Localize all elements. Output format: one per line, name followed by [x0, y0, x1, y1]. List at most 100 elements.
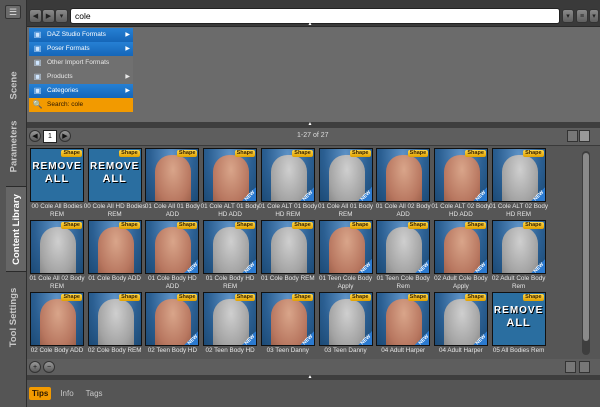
content-thumbnail: Shape NEW — [433, 220, 488, 274]
tab-parameters[interactable]: Parameters — [3, 115, 24, 177]
content-thumbnail: Shape — [87, 292, 142, 346]
content-thumbnail: Shape NEW — [318, 220, 373, 274]
search-dropdown-icon[interactable]: ▾ — [562, 9, 574, 23]
page-number-field[interactable]: 1 — [43, 130, 57, 143]
shape-badge: Shape — [407, 294, 429, 301]
content-tile[interactable]: Shape NEW 02 Teen Body HD — [203, 292, 258, 362]
options-icon[interactable]: ▾ — [589, 9, 599, 23]
content-label: 02 Cole Body REM — [87, 347, 142, 354]
content-tile[interactable]: Shape 01 Cole All 01 Body ADD — [145, 148, 200, 218]
search-input[interactable] — [70, 8, 560, 24]
content-label: 01 Cole Body HD ADD — [148, 275, 197, 290]
prev-page-icon[interactable]: ◀ — [29, 130, 41, 142]
category-item[interactable]: ▣ Categories ▶ — [29, 84, 133, 98]
back-arrow-icon[interactable]: ◀ — [29, 9, 42, 23]
content-tile[interactable]: Shape NEW 01 Cole All 01 Body REM — [318, 148, 373, 218]
shape-badge: Shape — [119, 222, 140, 229]
content-tile[interactable]: REMOVE ALL Shape 05 All Bodies Rem — [491, 292, 546, 362]
next-page-icon[interactable]: ▶ — [59, 130, 71, 142]
tab-info[interactable]: Info — [57, 387, 76, 400]
content-label: 00 Cole All HD Bodies REM — [83, 203, 146, 218]
content-label: 01 Teen Cole Body Apply — [318, 275, 373, 290]
history-icon[interactable]: ▾ — [55, 9, 68, 23]
content-label: 02 Teen Body HD — [147, 347, 198, 354]
content-tile[interactable]: Shape NEW 02 Adult Cole Body Apply — [433, 220, 488, 290]
tab-content-library[interactable]: Content Library — [6, 186, 27, 272]
pager-bar: ◀ 1 ▶ 1-27 of 27 — [27, 128, 600, 145]
cube-icon: ▣ — [33, 44, 42, 54]
content-thumbnail: REMOVE ALL Shape — [491, 292, 546, 346]
forward-arrow-icon[interactable]: ▶ — [42, 9, 55, 23]
content-thumbnail: Shape NEW — [433, 292, 488, 346]
content-tile[interactable]: Shape NEW 01 Cole Body HD REM — [203, 220, 258, 290]
content-tile[interactable]: Shape NEW 01 Cole ALT 02 Body HD REM — [489, 148, 548, 218]
new-badge: NEW — [357, 259, 372, 273]
tab-tips[interactable]: Tips — [29, 387, 52, 400]
result-range: 1-27 of 27 — [297, 132, 329, 139]
shape-badge: Shape — [176, 222, 198, 229]
icon-view-icon[interactable] — [567, 130, 578, 142]
tab-tags[interactable]: Tags — [83, 387, 106, 400]
remove-all-label: REMOVE ALL — [90, 161, 140, 185]
content-thumbnail: Shape — [376, 148, 431, 202]
content-label: 01 Cole All 02 Body ADD — [375, 203, 431, 218]
content-thumbnail: Shape NEW — [491, 148, 546, 202]
settings-icon[interactable] — [579, 361, 590, 373]
remove-all-label: REMOVE ALL — [32, 161, 82, 185]
content-tile[interactable]: Shape 01 Cole All 02 Body REM — [30, 220, 84, 290]
splitter-arrow-icon: ▲ — [307, 374, 313, 380]
content-label: 01 Cole Body REM — [261, 275, 315, 282]
category-label: Other Import Formats — [47, 59, 110, 67]
content-tile[interactable]: Shape NEW 04 Adult Harper — [376, 292, 431, 362]
vertical-scrollbar[interactable] — [582, 151, 590, 355]
category-item[interactable]: ▣ Poser Formats ▶ — [29, 42, 133, 56]
side-tab-bar: ☰ Scene Parameters Content Library Tool … — [0, 0, 27, 407]
content-tile[interactable]: Shape NEW 01 Cole ALT 01 Body HD ADD — [201, 148, 260, 218]
content-tile[interactable]: REMOVE ALL Shape 00 Cole All Bodies REM — [30, 148, 84, 218]
content-tile[interactable]: Shape NEW 02 Adult Cole Body Rem — [491, 220, 546, 290]
menu-icon[interactable]: ☰ — [5, 5, 21, 19]
content-label: 03 Teen Danny — [324, 347, 367, 354]
shape-badge: Shape — [523, 222, 544, 229]
tab-scene[interactable]: Scene — [3, 60, 24, 110]
category-item[interactable]: ▣ Other Import Formats — [29, 56, 133, 70]
content-tile[interactable]: Shape NEW 01 Teen Cole Body Rem — [376, 220, 431, 290]
document-icon[interactable] — [565, 361, 576, 373]
new-badge: NEW — [299, 331, 314, 345]
remove-icon[interactable]: − — [43, 361, 55, 373]
content-thumbnail: Shape — [145, 148, 200, 202]
shape-badge: Shape — [61, 294, 82, 301]
list-view-icon[interactable] — [579, 130, 590, 142]
shape-badge: Shape — [234, 294, 256, 301]
content-tile[interactable]: Shape 01 Cole All 02 Body ADD — [376, 148, 431, 218]
add-icon[interactable]: + — [29, 361, 41, 373]
content-tile[interactable]: Shape NEW 03 Teen Danny — [260, 292, 315, 362]
content-tile[interactable]: Shape 02 Cole Body REM — [87, 292, 142, 362]
content-tile[interactable]: Shape 01 Cole Body REM — [260, 220, 315, 290]
content-tile[interactable]: Shape NEW 04 Adult Harper — [433, 292, 488, 362]
content-tile[interactable]: Shape NEW 01 Cole ALT 01 Body HD REM — [258, 148, 317, 218]
remove-all-label: REMOVE ALL — [493, 305, 544, 329]
database-icon[interactable]: ≡ — [576, 9, 588, 23]
content-tile[interactable]: Shape 02 Cole Body ADD — [30, 292, 84, 362]
content-tile[interactable]: Shape NEW 02 Teen Body HD — [145, 292, 200, 362]
category-item[interactable]: ▣ DAZ Studio Formats ▶ — [29, 28, 133, 42]
tab-tool-settings[interactable]: Tool Settings — [3, 282, 24, 352]
scrollbar-thumb[interactable] — [583, 153, 589, 341]
category-item[interactable]: ▣ Products ▶ — [29, 70, 133, 84]
content-bottom-bar: + − — [27, 359, 600, 375]
content-tile[interactable]: Shape NEW 01 Teen Cole Body Apply — [318, 220, 373, 290]
content-tile[interactable]: Shape NEW 01 Cole ALT 02 Body HD ADD — [431, 148, 490, 218]
content-thumbnail: Shape — [87, 220, 142, 274]
content-tile[interactable]: Shape 01 Cole Body ADD — [87, 220, 142, 290]
new-badge: NEW — [242, 187, 257, 201]
shape-badge: Shape — [292, 222, 313, 229]
shape-badge: Shape — [119, 294, 140, 301]
content-tile[interactable]: REMOVE ALL Shape 00 Cole All HD Bodies REM — [84, 148, 146, 218]
content-tile[interactable]: Shape NEW 03 Teen Danny — [318, 292, 373, 362]
new-badge: NEW — [184, 259, 199, 273]
category-item[interactable]: 🔍 Search: cole — [29, 98, 133, 112]
new-badge: NEW — [530, 259, 545, 273]
content-tile[interactable]: Shape NEW 01 Cole Body HD ADD — [145, 220, 200, 290]
toolbar: ◀ ▶ ▾ ▾ ≡ ▾ — [27, 8, 600, 26]
